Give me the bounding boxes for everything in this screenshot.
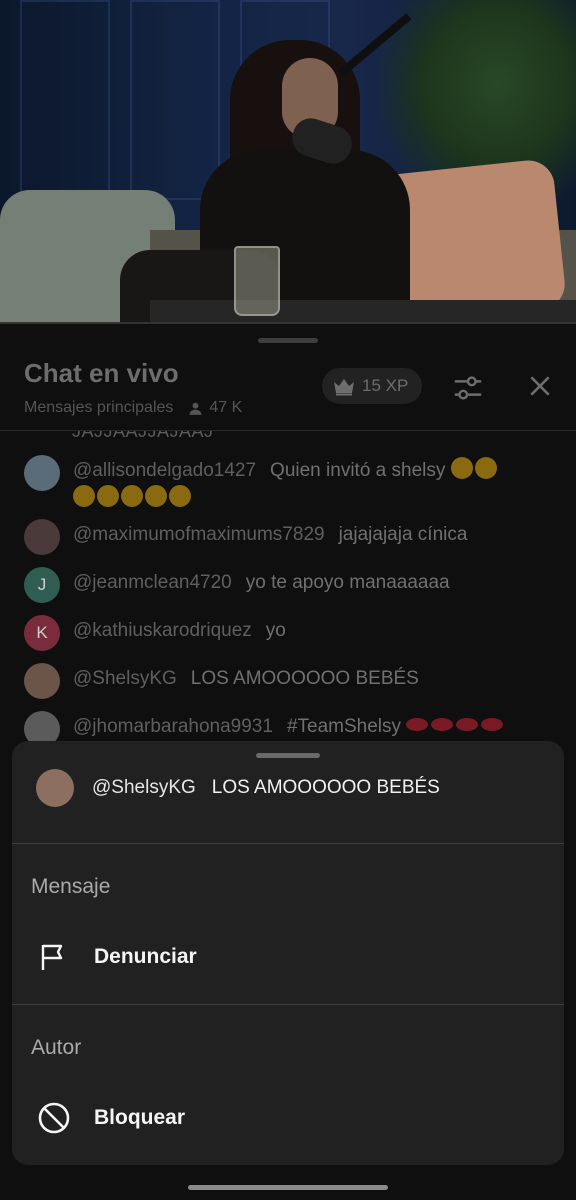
sliders-icon <box>454 376 482 400</box>
selected-message-body: @ShelsyKG LOS AMOOOOOO BEBÉS <box>92 777 440 799</box>
emoji <box>406 716 506 737</box>
chat-message-body: @allisondelgado1427 Quien invitó a shelsy <box>73 455 499 513</box>
message-author: @kathiuskarodriquez <box>73 620 252 641</box>
video-player[interactable] <box>0 0 576 322</box>
message-author: @maximumofmaximums7829 <box>73 524 325 545</box>
block-icon <box>36 1100 72 1136</box>
selected-message: @ShelsyKG LOS AMOOOOOO BEBÉS <box>36 769 440 807</box>
avatar[interactable] <box>24 455 60 491</box>
message-text: jajajajaja cínica <box>338 524 468 545</box>
chat-message[interactable]: @allisondelgado1427 Quien invitó a shelsy <box>24 455 564 513</box>
chat-message[interactable]: @maximumofmaximums7829 jajajajaja cínica <box>24 519 564 555</box>
report-button[interactable]: Denunciar <box>36 929 546 985</box>
chat-title: Chat en vivo <box>24 358 179 388</box>
message-author: @allisondelgado1427 <box>73 460 257 481</box>
viewer-count-value: 47 K <box>209 399 243 416</box>
message-text: LOS AMOOOOOO BEBÉS <box>190 668 419 689</box>
avatar[interactable] <box>24 519 60 555</box>
avatar[interactable]: J <box>24 567 60 603</box>
home-indicator[interactable] <box>188 1185 388 1190</box>
video-shade <box>0 0 576 322</box>
section-label-author: Autor <box>31 1036 82 1059</box>
flag-icon <box>36 939 72 975</box>
chat-message-body: @kathiuskarodriquez yo <box>73 615 286 651</box>
chat-message-list[interactable]: JAJJAAJJAJAAJ @allisondelgado1427 Quien i… <box>0 431 576 751</box>
chat-message[interactable]: K @kathiuskarodriquez yo <box>24 615 564 651</box>
message-text: #TeamShelsy <box>286 716 401 737</box>
xp-badge[interactable]: 15 XP <box>322 368 423 404</box>
block-label: Bloquear <box>94 1106 186 1129</box>
message-author: @ShelsyKG <box>73 668 177 689</box>
close-icon <box>530 376 550 396</box>
chat-message-body: @ShelsyKG LOS AMOOOOOO BEBÉS <box>73 663 419 699</box>
avatar[interactable] <box>24 663 60 699</box>
avatar <box>36 769 74 807</box>
panel-drag-handle[interactable] <box>258 338 318 343</box>
person-icon <box>189 402 202 415</box>
selected-message-author: @ShelsyKG <box>92 777 196 798</box>
message-text: yo te apoyo manaaaaaa <box>245 572 450 593</box>
sheet-drag-handle[interactable] <box>256 753 320 758</box>
chat-filter-label[interactable]: Mensajes principales <box>24 399 173 417</box>
chat-settings-button[interactable] <box>450 370 486 406</box>
avatar[interactable]: K <box>24 615 60 651</box>
chat-message[interactable]: @ShelsyKG LOS AMOOOOOO BEBÉS <box>24 663 564 699</box>
chat-message[interactable]: J @jeanmclean4720 yo te apoyo manaaaaaa <box>24 567 564 603</box>
selected-message-text: LOS AMOOOOOO BEBÉS <box>211 777 440 798</box>
message-author: @jeanmclean4720 <box>73 572 232 593</box>
xp-value: 15 XP <box>362 376 409 395</box>
divider <box>12 843 564 844</box>
viewer-count: 47 K <box>187 399 242 417</box>
chat-message-body: @maximumofmaximums7829 jajajajaja cínica <box>73 519 467 555</box>
divider <box>12 1004 564 1005</box>
message-text: Quien invitó a shelsy <box>270 460 446 481</box>
message-text: yo <box>265 620 286 641</box>
emoji <box>450 457 499 481</box>
close-chat-button[interactable] <box>524 370 556 402</box>
chat-message-body: @jeanmclean4720 yo te apoyo manaaaaaa <box>73 567 450 603</box>
chat-subtitle: Mensajes principales 47 K <box>24 399 242 417</box>
crown-icon <box>334 379 354 396</box>
section-label-message: Mensaje <box>31 875 111 898</box>
emoji <box>73 485 193 509</box>
report-label: Denunciar <box>94 945 197 968</box>
chat-message-partial: JAJJAAJJAJAAJ <box>72 431 214 441</box>
message-author: @jhomarbarahona9931 <box>73 716 273 737</box>
block-button[interactable]: Bloquear <box>36 1090 546 1146</box>
message-actions-sheet: @ShelsyKG LOS AMOOOOOO BEBÉS Mensaje Denu… <box>12 741 564 1165</box>
